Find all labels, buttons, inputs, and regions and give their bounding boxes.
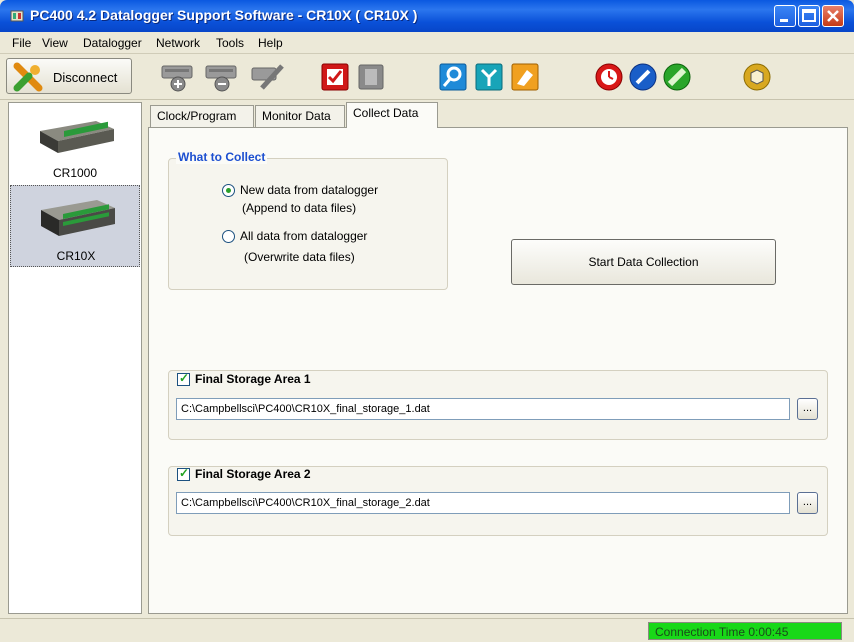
minimize-icon [780,19,788,22]
add-datalogger-icon[interactable] [160,62,196,92]
remove-datalogger-icon[interactable] [204,62,240,92]
title-bar: PC400 4.2 Datalogger Support Software - … [0,0,854,32]
start-data-collection-button[interactable]: Start Data Collection [511,239,776,285]
datalogger-item-cr1000[interactable]: CR1000 [10,105,140,187]
new-data-label: New data from datalogger [240,183,379,197]
datalogger-list: CR1000 CR10X [8,102,142,614]
tab-collect-data[interactable]: Collect Data [346,102,438,128]
disconnect-button[interactable]: Disconnect [6,58,132,94]
pen-icon[interactable] [628,62,658,92]
maximize-button[interactable] [798,5,820,27]
status-bar: Connection Time 0:00:45 [0,618,854,642]
menu-datalogger[interactable]: Datalogger [83,36,142,50]
menu-help[interactable]: Help [258,36,283,50]
ruler-icon[interactable] [662,62,692,92]
menu-tools[interactable]: Tools [216,36,244,50]
checklist-icon[interactable] [320,62,350,92]
clipboard-icon[interactable] [356,62,386,92]
datalogger-icon [41,200,115,236]
datalogger-icon [40,121,114,153]
network-icon[interactable] [474,62,504,92]
final-storage-area-1-label: Final Storage Area 1 [195,372,311,386]
browse-button-2[interactable]: ... [797,492,818,514]
window-title: PC400 4.2 Datalogger Support Software - … [30,7,418,23]
tab-monitor-data[interactable]: Monitor Data [255,105,345,127]
stopwatch-icon[interactable] [594,62,624,92]
cube-icon[interactable] [742,62,772,92]
search-icon[interactable] [438,62,468,92]
edit-datalogger-icon[interactable] [250,62,286,92]
final-storage-area-1-path[interactable]: C:\Campbellsci\PC400\CR10X_final_storage… [176,398,790,420]
menu-view[interactable]: View [42,36,68,50]
datalogger-label: CR10X [56,249,96,263]
what-to-collect-title: What to Collect [176,150,268,164]
menu-file[interactable]: File [12,36,31,50]
maximize-icon [802,9,816,22]
close-icon [827,10,839,22]
menu-network[interactable]: Network [156,36,200,50]
browse-button-1[interactable]: ... [797,398,818,420]
tab-clock-program[interactable]: Clock/Program [150,105,254,127]
what-to-collect-group [168,158,448,290]
datalogger-item-cr10x[interactable]: CR10X [10,185,140,267]
final-storage-area-2-label: Final Storage Area 2 [195,467,311,481]
final-storage-area-1-checkbox[interactable] [177,371,190,386]
all-data-sublabel: (Overwrite data files) [244,250,355,264]
close-button[interactable] [822,5,844,27]
final-storage-area-2-checkbox[interactable] [177,466,190,481]
menu-bar: File View Datalogger Network Tools Help [0,32,854,54]
toolbar: Disconnect [0,54,854,100]
new-data-sublabel: (Append to data files) [242,201,357,215]
all-data-label: All data from datalogger [240,229,368,243]
final-storage-area-2-path[interactable]: C:\Campbellsci\PC400\CR10X_final_storage… [176,492,790,514]
minimize-button[interactable] [774,5,796,27]
app-icon [10,10,24,22]
all-data-radio[interactable] [222,230,235,243]
new-data-radio[interactable] [222,184,235,197]
disconnect-icon [13,62,43,92]
eraser-icon[interactable] [510,62,540,92]
datalogger-label: CR1000 [52,166,98,180]
connection-time-status: Connection Time 0:00:45 [648,622,842,640]
disconnect-label: Disconnect [53,70,118,85]
